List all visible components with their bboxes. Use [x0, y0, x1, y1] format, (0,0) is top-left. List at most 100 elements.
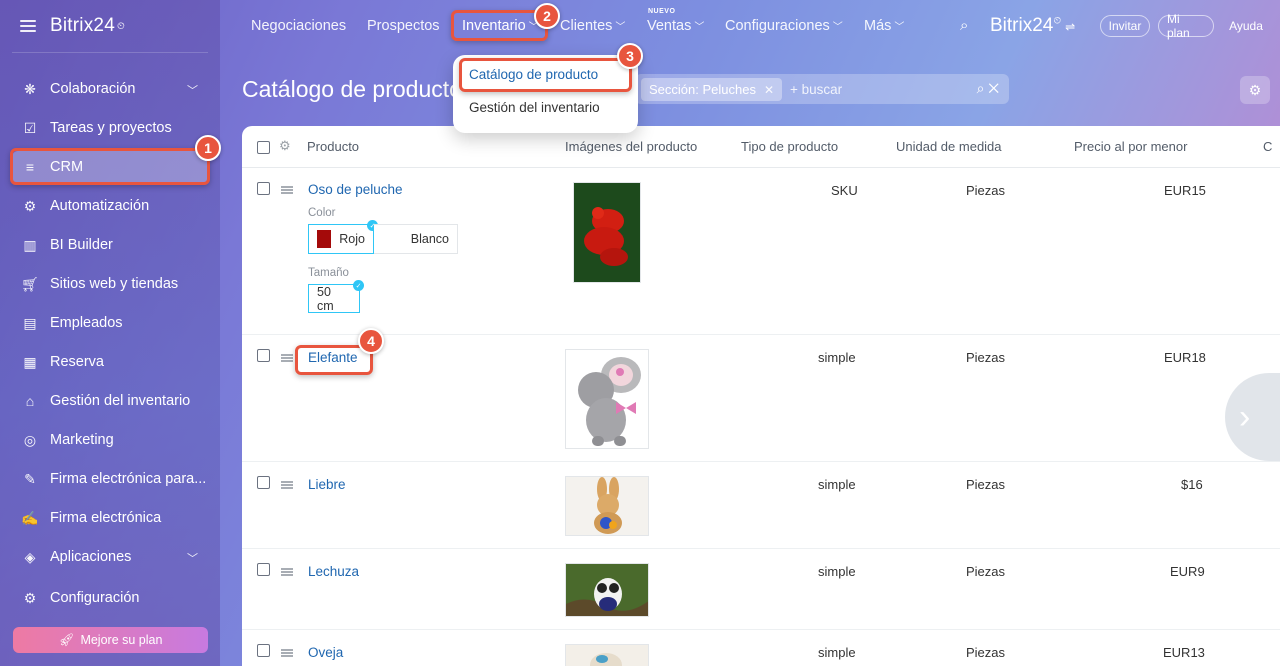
product-name-link[interactable]: Oso de peluche: [308, 182, 403, 197]
sidebar-item-crm[interactable]: ≡ CRM: [12, 151, 208, 183]
row-divider: [242, 334, 1280, 335]
row-divider: [242, 548, 1280, 549]
inventario-dropdown: Catálogo de producto Gestión del inventa…: [453, 55, 638, 133]
select-all-checkbox[interactable]: [257, 141, 270, 154]
search-icon[interactable]: ⌕: [960, 17, 978, 35]
product-price: EUR15: [1164, 183, 1206, 198]
clock-icon: ⏲: [116, 20, 125, 32]
upgrade-plan-button[interactable]: 🚀︎ Mejore su plan: [13, 627, 208, 653]
product-image-oveja[interactable]: [565, 644, 649, 666]
sidebar-item-inventario[interactable]: ⌂ Gestión del inventario: [12, 385, 208, 417]
filter-chip[interactable]: Sección: Peluches ✕: [641, 77, 783, 101]
sidebar-item-marketing[interactable]: ◎ Marketing: [12, 424, 208, 456]
menu-icon[interactable]: [20, 20, 36, 32]
row-checkbox[interactable]: [257, 644, 270, 657]
marketing-icon: ◎: [23, 431, 37, 448]
color-option-rojo[interactable]: Rojo ✓: [308, 220, 378, 254]
product-unit: Piezas: [966, 645, 1006, 660]
search-icon[interactable]: ⌕: [977, 80, 985, 96]
col-c[interactable]: C: [1263, 139, 1272, 154]
size-option-50cm[interactable]: 50 cm ✓: [308, 280, 364, 313]
product-price: EUR18: [1164, 350, 1206, 365]
sidebar-item-label: Tareas y proyectos: [50, 120, 172, 136]
search-filter[interactable]: Sección: Peluches ✕ + buscar ⌕ ✕: [635, 74, 1009, 104]
topnav-clientes[interactable]: Clientes ﹀: [560, 18, 625, 34]
drag-handle-icon[interactable]: [281, 186, 293, 194]
menu-item-catalogo[interactable]: Catálogo de producto: [469, 67, 598, 82]
topnav-mas[interactable]: Más ﹀: [864, 18, 904, 34]
topnav-mas-label: Más: [864, 18, 892, 34]
chevron-down-icon[interactable]: ﹀: [187, 550, 198, 566]
sidebar-item-aplicaciones[interactable]: ◈ Aplicaciones ﹀: [12, 541, 208, 573]
row-checkbox[interactable]: [257, 563, 270, 576]
topnav-configuraciones[interactable]: Configuraciones ﹀: [725, 18, 843, 34]
sidebar-item-label: Firma electrónica para...: [50, 471, 207, 487]
topnav-negociaciones[interactable]: Negociaciones: [251, 18, 346, 34]
elephant-image: [566, 350, 648, 448]
chevron-down-icon[interactable]: ﹀: [187, 82, 198, 98]
sidebar-item-label: CRM: [50, 159, 84, 175]
brand-logo[interactable]: Bitrix24: [50, 15, 115, 37]
clear-icon[interactable]: ✕: [988, 80, 999, 96]
topnav-clientes-label: Clientes: [560, 18, 613, 34]
color-swatch: [317, 230, 332, 248]
color-option-label: Rojo: [339, 232, 365, 246]
upgrade-plan-label: Mejore su plan: [80, 633, 163, 647]
product-name-link[interactable]: Elefante: [308, 350, 358, 365]
sidebar-item-colaboracion[interactable]: ❋ Colaboración ﹀: [12, 73, 208, 105]
sidebar-item-configuracion[interactable]: ⚙ Configuración: [12, 582, 208, 614]
sidebar-item-label: Automatización: [50, 198, 150, 214]
gear-icon[interactable]: ⚙: [279, 138, 291, 154]
collab-icon: ❋: [24, 80, 36, 97]
menu-item-gestion-inventario[interactable]: Gestión del inventario: [469, 100, 600, 115]
sidebar-item-firma[interactable]: ✍ Firma electrónica: [12, 502, 208, 534]
sidebar-item-tareas[interactable]: ☑ Tareas y proyectos: [12, 112, 208, 144]
sidebar-item-automatizacion[interactable]: ⚙ Automatización: [12, 190, 208, 222]
settings-icon: ⚙: [23, 589, 37, 606]
col-imagenes[interactable]: Imágenes del producto: [565, 139, 697, 154]
topnav-ventas-label: Ventas: [647, 18, 692, 34]
sidebar-item-firma-para[interactable]: ✎ Firma electrónica para...: [12, 463, 208, 495]
topnav-prospectos[interactable]: Prospectos: [367, 18, 440, 34]
drag-handle-icon[interactable]: [281, 568, 293, 576]
topnav-inventario[interactable]: Inventario ﹀: [462, 18, 539, 34]
product-unit: Piezas: [966, 350, 1006, 365]
help-button[interactable]: Ayuda: [1222, 15, 1270, 37]
sidebar-item-reserva[interactable]: ▦ Reserva: [12, 346, 208, 378]
col-precio[interactable]: Precio al por menor: [1074, 139, 1187, 154]
color-option-blanco[interactable]: Blanco: [374, 224, 458, 254]
sidebar-item-sitios[interactable]: 🛒︎ Sitios web y tiendas: [12, 268, 208, 300]
bi-icon: ▥: [23, 236, 37, 253]
product-table: ⚙ Producto Imágenes del producto Tipo de…: [242, 126, 1280, 666]
product-name-link[interactable]: Liebre: [308, 477, 346, 492]
brand-logo-top[interactable]: Bitrix24⏲ ⇌: [990, 15, 1075, 37]
row-checkbox[interactable]: [257, 182, 270, 195]
col-tipo[interactable]: Tipo de producto: [741, 139, 838, 154]
drag-handle-icon[interactable]: [281, 649, 293, 657]
sidebar: Bitrix24 ⏲ ❋ Colaboración ﹀ ☑ Tareas y p…: [0, 0, 220, 666]
col-unidad[interactable]: Unidad de medida: [896, 139, 1002, 154]
product-name-link[interactable]: Lechuza: [308, 564, 359, 579]
product-image-liebre[interactable]: [565, 476, 649, 536]
search-input[interactable]: + buscar: [790, 82, 842, 97]
product-image-elefante[interactable]: [565, 349, 649, 449]
close-icon[interactable]: ✕: [764, 83, 774, 97]
product-image-oso[interactable]: [573, 182, 641, 283]
drag-handle-icon[interactable]: [281, 354, 293, 362]
product-name-link[interactable]: Oveja: [308, 645, 343, 660]
row-checkbox[interactable]: [257, 349, 270, 362]
step-badge-3: 3: [617, 43, 643, 69]
drag-handle-icon[interactable]: [281, 481, 293, 489]
row-checkbox[interactable]: [257, 476, 270, 489]
my-plan-button[interactable]: Mi plan: [1158, 12, 1214, 40]
settings-toggle-icon[interactable]: ⇌: [1065, 20, 1075, 34]
topnav-ventas[interactable]: Ventas ﹀: [647, 18, 704, 34]
list-settings-button[interactable]: ⚙: [1240, 76, 1270, 104]
product-price: EUR9: [1170, 564, 1205, 579]
sidebar-item-bi-builder[interactable]: ▥ BI Builder: [12, 229, 208, 261]
sidebar-item-empleados[interactable]: ▤ Empleados: [12, 307, 208, 339]
col-producto[interactable]: Producto: [307, 139, 359, 154]
invite-button[interactable]: Invitar: [1100, 15, 1150, 37]
product-image-lechuza[interactable]: [565, 563, 649, 617]
filter-actions: ⌕ ✕: [977, 80, 999, 97]
